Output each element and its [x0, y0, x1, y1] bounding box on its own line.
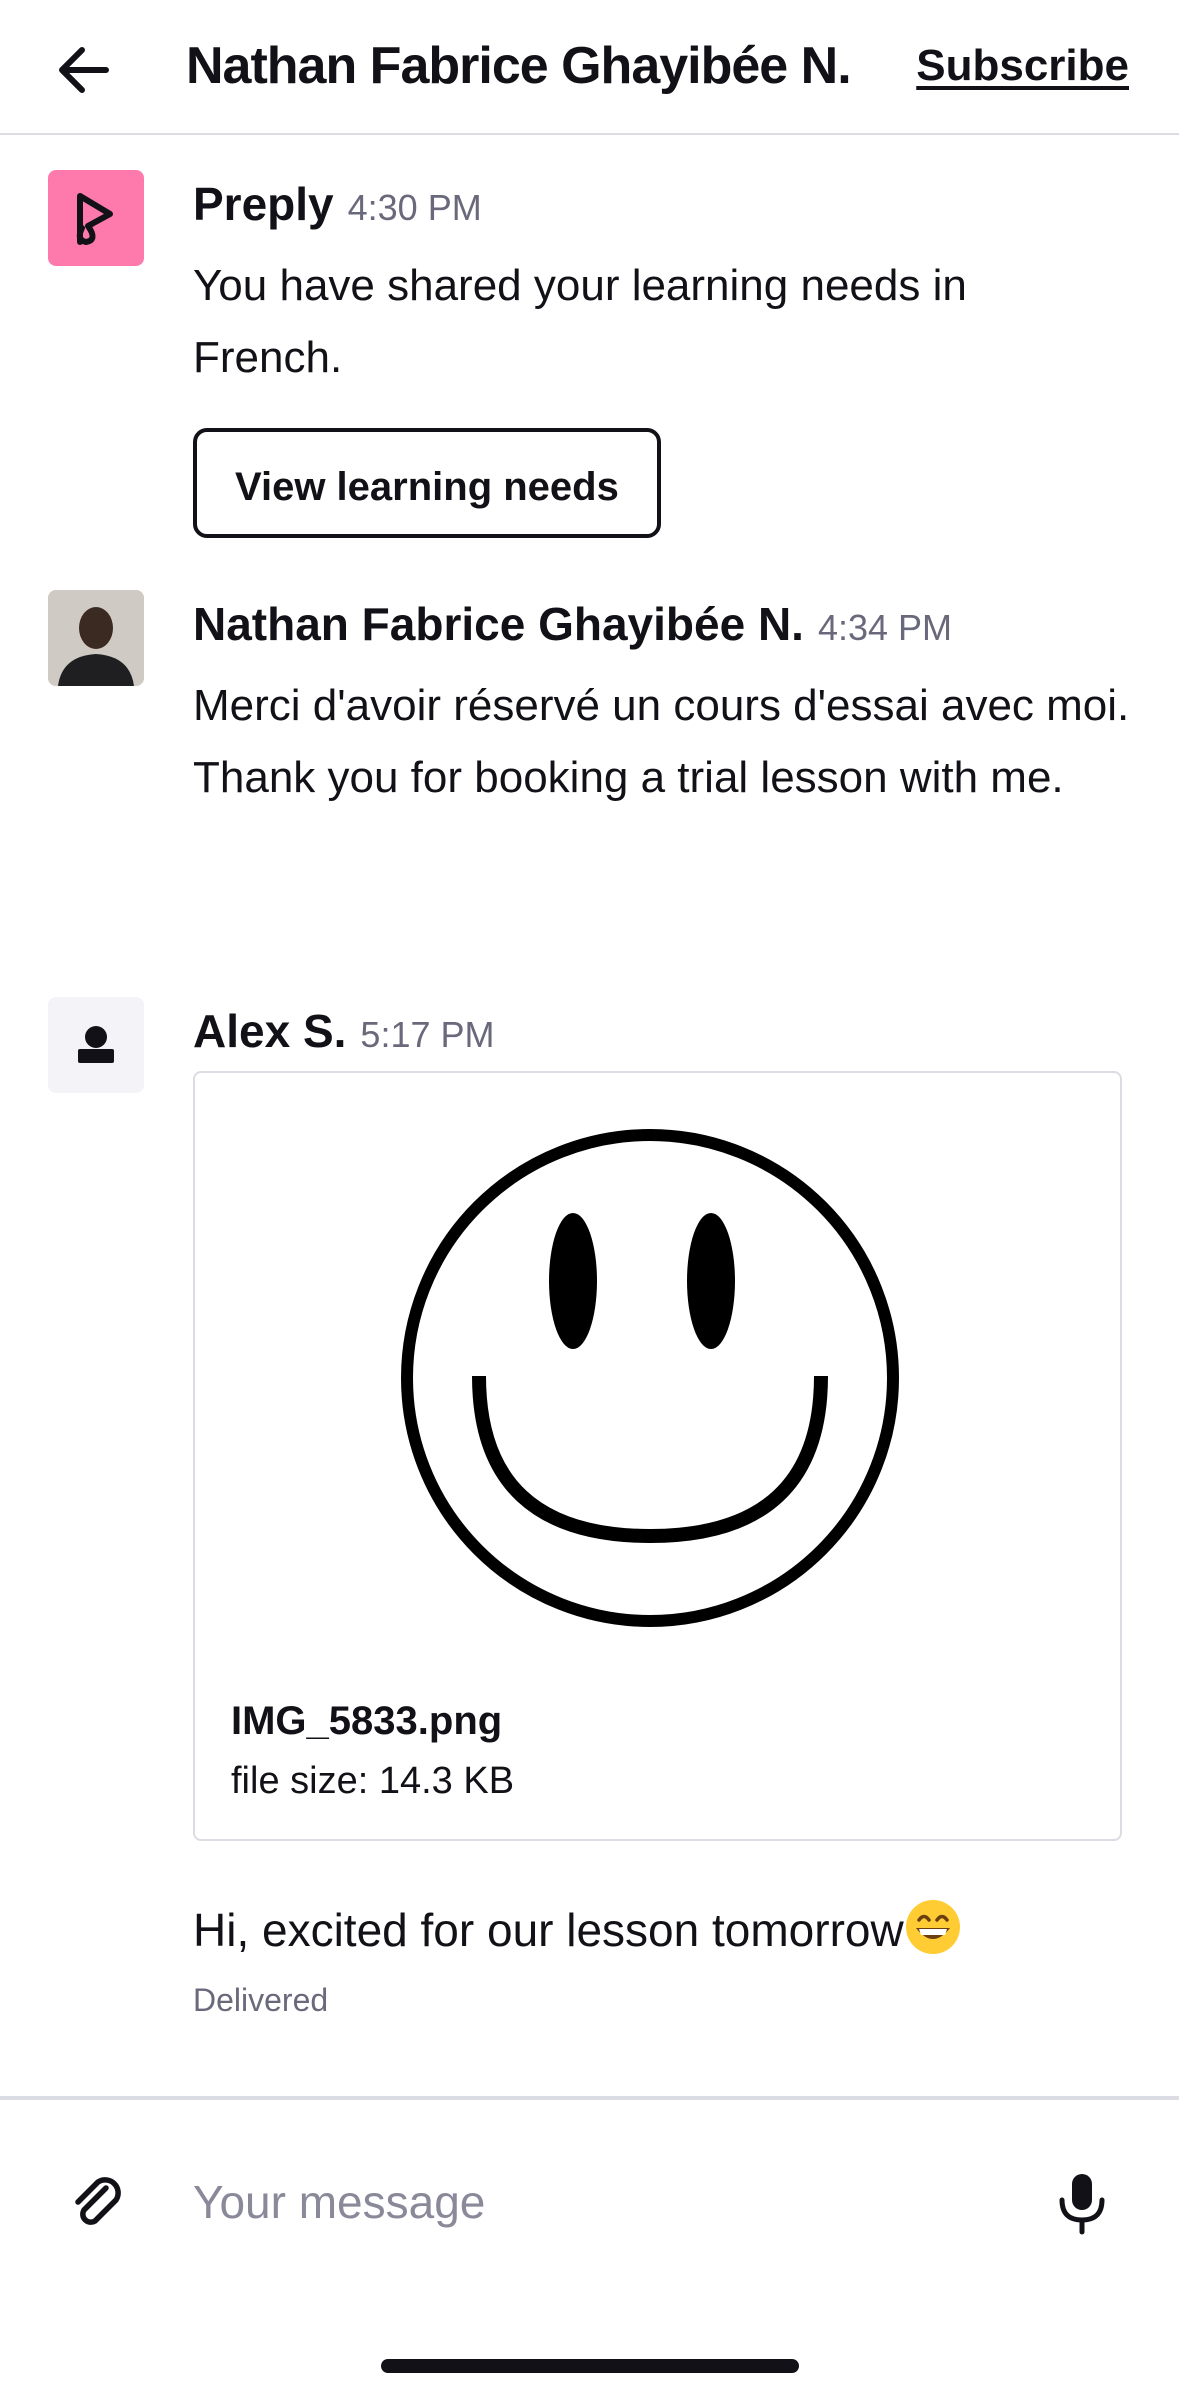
delivery-status: Delivered	[193, 1982, 329, 2018]
subscribe-link[interactable]: Subscribe	[916, 36, 1129, 96]
followup-text: Hi, excited for our lesson tomorrow	[193, 1904, 904, 1956]
message-time: 4:34 PM	[817, 607, 953, 648]
tutor-photo	[48, 590, 144, 686]
back-button[interactable]	[52, 38, 116, 102]
user-placeholder-icon	[78, 1026, 114, 1063]
message-input[interactable]	[193, 2162, 1013, 2242]
microphone-button[interactable]	[1052, 2170, 1112, 2238]
conversation-title: Nathan Fabrice Ghayibée N.	[186, 37, 852, 95]
message-text: You have shared your learning needs in F…	[193, 261, 967, 382]
message-time: 4:30 PM	[347, 187, 482, 228]
home-indicator	[381, 2359, 799, 2373]
sender-name: Alex S.	[193, 1005, 347, 1057]
sender-name: Nathan Fabrice Ghayibée N.	[193, 598, 804, 650]
arrow-left-icon	[59, 47, 109, 93]
file-name: IMG_5833.png	[231, 1699, 503, 1743]
followup-message: Hi, excited for our lesson tomorrow	[193, 1895, 962, 1965]
attach-button[interactable]	[66, 2172, 130, 2236]
paperclip-icon	[75, 2177, 121, 2225]
microphone-icon	[1059, 2174, 1105, 2235]
chat-header: Nathan Fabrice Ghayibée N. Subscribe	[0, 0, 1179, 135]
preply-avatar	[48, 170, 144, 266]
user-avatar	[48, 997, 144, 1093]
message-text-french: Merci d'avoir réservé un cours d'essai a…	[193, 681, 1130, 730]
view-learning-needs-button[interactable]: View learning needs	[193, 428, 661, 538]
message-time: 5:17 PM	[360, 1014, 495, 1055]
file-size: file size: 14.3 KB	[231, 1760, 515, 1802]
message-composer	[0, 2096, 1179, 2400]
grinning-face-emoji	[905, 1900, 960, 1954]
sender-name: Preply	[193, 178, 334, 230]
smiley-face-image	[401, 1129, 899, 1627]
file-attachment[interactable]: IMG_5833.png file size: 14.3 KB	[193, 1071, 1122, 1841]
preply-logo-icon	[76, 193, 113, 245]
message-text-english: Thank you for booking a trial lesson wit…	[193, 753, 1064, 802]
tutor-avatar	[48, 590, 144, 686]
